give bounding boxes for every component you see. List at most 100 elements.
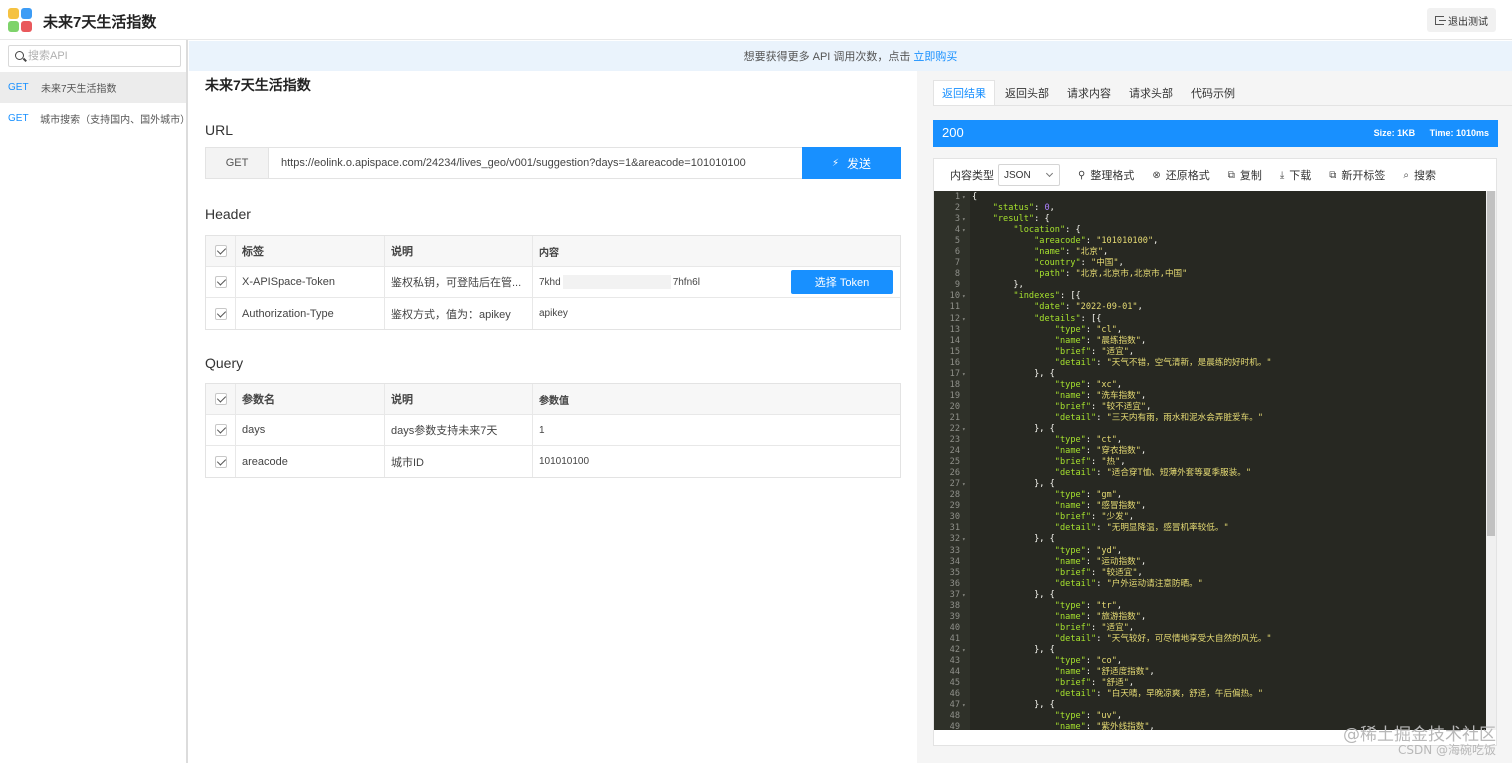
header-value[interactable]: apikey [533, 298, 900, 329]
fold-icon[interactable] [962, 546, 970, 557]
tool-label: 新开标签 [1341, 170, 1386, 182]
header-value-cell[interactable]: 7khd 7hfn6l 选择 Token [533, 267, 900, 297]
fold-icon[interactable] [962, 501, 970, 512]
fold-icon[interactable]: ▾ [962, 192, 970, 203]
row-checkbox[interactable] [214, 424, 227, 436]
header-name: X-APISpace-Token [236, 267, 385, 297]
fold-icon[interactable] [962, 258, 970, 269]
param-value[interactable]: 101010100 [533, 446, 900, 477]
code-text: "type": "co", [1054, 655, 1123, 666]
line-number: 22 [949, 423, 960, 434]
code-line: 19 "name": "洗车指数", [934, 391, 1486, 402]
fold-icon[interactable] [962, 347, 970, 358]
tab-4[interactable]: 代码示例 [1183, 80, 1243, 105]
sidebar-item-lives-index[interactable]: GET 未来7天生活指数 [0, 72, 186, 103]
fold-icon[interactable] [962, 656, 970, 667]
fold-icon[interactable] [962, 523, 970, 534]
copy-button[interactable]: ⧉ 复制 [1228, 167, 1262, 183]
checkbox-cell [206, 267, 236, 297]
fold-icon[interactable] [962, 391, 970, 402]
fold-icon[interactable] [962, 413, 970, 424]
code-scrollbar[interactable] [1486, 191, 1496, 730]
code-editor[interactable]: 1 ▾{2 "status": 0, 3 ▾ "result": {4 ▾ "locat… [934, 191, 1496, 730]
api-search-box[interactable] [8, 45, 181, 67]
param-name: areacode [236, 446, 385, 477]
fold-icon[interactable] [962, 612, 970, 623]
row-checkbox[interactable] [214, 455, 227, 468]
fold-icon[interactable] [962, 435, 970, 446]
select-token-button[interactable]: 选择 Token [791, 270, 893, 294]
fold-icon[interactable]: ▾ [962, 214, 970, 225]
tab-0[interactable]: 返回结果 [933, 80, 995, 105]
buy-now-link[interactable]: 立即购买 [913, 48, 957, 64]
fold-icon[interactable] [962, 568, 970, 579]
fold-icon[interactable]: ▾ [962, 314, 970, 325]
api-search-input[interactable] [28, 48, 176, 64]
url-input[interactable] [269, 148, 802, 178]
fold-icon[interactable] [962, 203, 970, 214]
fold-icon[interactable] [962, 236, 970, 247]
table-header-row: 参数名 说明 参数值 [206, 384, 900, 415]
line-number: 39 [949, 611, 960, 622]
fold-icon[interactable] [962, 247, 970, 258]
fold-icon[interactable] [962, 557, 970, 568]
sidebar-item-city-search[interactable]: GET 城市搜索（支持国内、国外城市） [0, 103, 190, 134]
select-all-checkbox[interactable] [214, 245, 227, 257]
fold-icon[interactable]: ▾ [962, 590, 970, 601]
row-checkbox[interactable] [214, 276, 227, 288]
http-method-select[interactable]: GET [206, 148, 269, 178]
fold-icon[interactable] [962, 667, 970, 678]
fold-icon[interactable] [962, 446, 970, 457]
fold-icon[interactable] [962, 402, 970, 413]
fold-icon[interactable]: ▾ [962, 424, 970, 435]
search-button[interactable]: ⌕ 搜索 [1403, 167, 1436, 183]
fold-icon[interactable] [962, 678, 970, 689]
fold-icon[interactable]: ▾ [962, 700, 970, 711]
fold-icon[interactable] [962, 336, 970, 347]
scroll-thumb[interactable] [1487, 191, 1495, 536]
fold-icon[interactable] [962, 711, 970, 722]
tab-3[interactable]: 请求头部 [1121, 80, 1181, 105]
fold-icon[interactable] [962, 601, 970, 612]
fold-icon[interactable] [962, 623, 970, 634]
fold-icon[interactable] [962, 457, 970, 468]
new-tab-button[interactable]: ⧉ 新开标签 [1329, 167, 1385, 183]
select-all-checkbox[interactable] [214, 393, 227, 405]
fold-icon[interactable]: ▾ [962, 369, 970, 380]
fold-icon[interactable] [962, 302, 970, 313]
send-button[interactable]: ⚡ 发送 [802, 147, 901, 179]
download-button[interactable]: ⤓ 下载 [1280, 167, 1311, 183]
select-all-cell [206, 236, 236, 266]
url-section-title: URL [205, 122, 234, 138]
line-number: 38 [949, 600, 960, 611]
tab-2[interactable]: 请求内容 [1059, 80, 1119, 105]
fold-icon[interactable]: ▾ [962, 534, 970, 545]
fold-icon[interactable]: ▾ [962, 645, 970, 656]
content-type-select[interactable]: JSON [998, 164, 1060, 186]
fold-icon[interactable] [962, 689, 970, 700]
fold-icon[interactable] [962, 722, 970, 730]
code-text: "name": "旅游指数", [1054, 611, 1147, 622]
fold-icon[interactable] [962, 634, 970, 645]
header-desc: 鉴权方式，值为：apikey [385, 298, 533, 329]
row-checkbox[interactable] [214, 307, 227, 320]
header-name: Authorization-Type [236, 298, 385, 329]
fold-icon[interactable] [962, 512, 970, 523]
tab-1[interactable]: 返回头部 [997, 80, 1057, 105]
fold-icon[interactable]: ▾ [962, 291, 970, 302]
restore-button[interactable]: ⊗ 还原格式 [1152, 167, 1209, 183]
fold-icon[interactable]: ▾ [962, 479, 970, 490]
select-all-cell [206, 384, 236, 414]
fold-icon[interactable] [962, 490, 970, 501]
fold-icon[interactable] [962, 269, 970, 280]
brush-button[interactable]: ⚲ 整理格式 [1078, 167, 1134, 183]
fold-icon[interactable]: ▾ [962, 225, 970, 236]
fold-icon[interactable] [962, 579, 970, 590]
fold-icon[interactable] [962, 468, 970, 479]
fold-icon[interactable] [962, 325, 970, 336]
fold-icon[interactable] [962, 380, 970, 391]
fold-icon[interactable] [962, 358, 970, 369]
param-value[interactable]: 1 [533, 415, 900, 445]
exit-test-button[interactable]: 退出测试 [1427, 8, 1496, 32]
fold-icon[interactable] [962, 280, 970, 291]
